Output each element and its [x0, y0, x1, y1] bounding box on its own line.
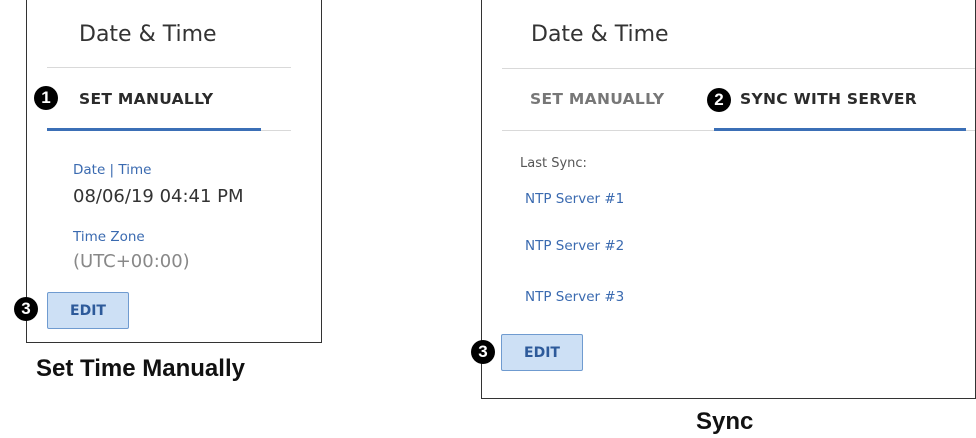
- title-divider: [502, 68, 975, 69]
- edit-button[interactable]: EDIT: [47, 292, 129, 329]
- tab-sync-with-server[interactable]: SYNC WITH SERVER: [740, 90, 917, 108]
- callout-marker-1: 1: [34, 86, 58, 110]
- figure-caption: Set Time Manually: [36, 355, 245, 382]
- callout-marker-3: 3: [471, 340, 495, 364]
- title-divider: [47, 67, 291, 68]
- tab-set-manually[interactable]: SET MANUALLY: [530, 90, 664, 108]
- panel-title: Date & Time: [531, 22, 669, 47]
- callout-marker-3: 3: [14, 297, 38, 321]
- panel-title: Date & Time: [79, 22, 217, 47]
- time-zone-label: Time Zone: [73, 229, 145, 245]
- edit-button[interactable]: EDIT: [501, 334, 583, 371]
- tab-set-manually[interactable]: SET MANUALLY: [79, 90, 213, 108]
- figure-caption: Sync: [696, 408, 754, 435]
- ntp-server-1[interactable]: NTP Server #1: [525, 191, 624, 207]
- time-zone-value: (UTC+00:00): [73, 251, 190, 272]
- last-sync-label: Last Sync:: [520, 156, 587, 171]
- active-tab-underline: [714, 128, 966, 131]
- set-manually-panel: Date & Time SET MANUALLY Date | Time 08/…: [26, 0, 322, 343]
- date-time-label: Date | Time: [73, 162, 152, 178]
- sync-panel: Date & Time SET MANUALLY SYNC WITH SERVE…: [481, 0, 976, 399]
- active-tab-underline: [47, 128, 261, 131]
- callout-marker-2: 2: [707, 88, 731, 112]
- date-time-value: 08/06/19 04:41 PM: [73, 186, 244, 207]
- ntp-server-3[interactable]: NTP Server #3: [525, 289, 624, 305]
- ntp-server-2[interactable]: NTP Server #2: [525, 238, 624, 254]
